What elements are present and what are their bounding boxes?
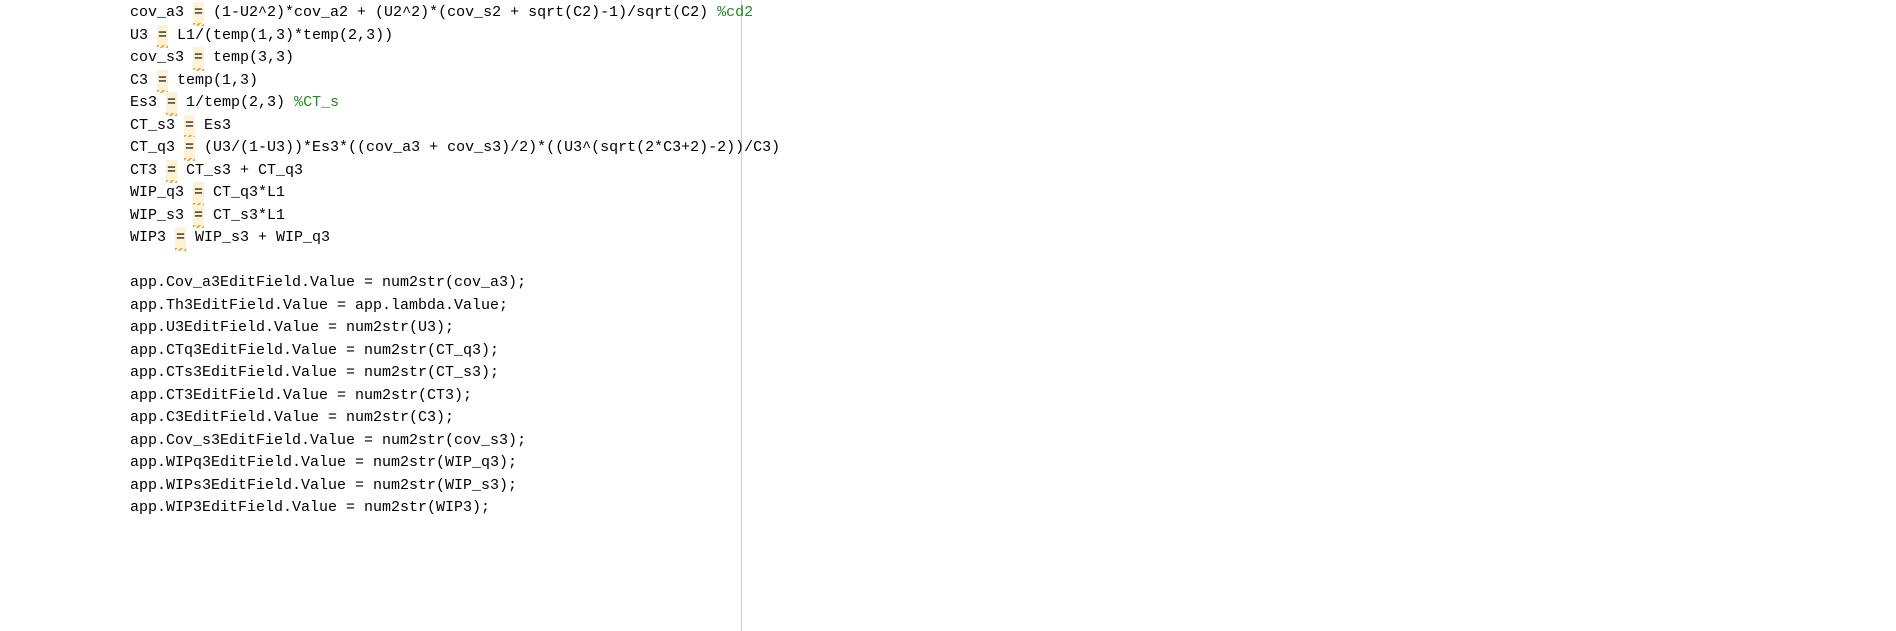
code-line[interactable]: app.Cov_a3EditField.Value = num2str(cov_… [130, 272, 1896, 295]
code-comment: %CT_s [294, 94, 339, 111]
code-warning-token: = [166, 92, 177, 115]
code-token: app.CTs3EditField.Value = num2str(CT_s3)… [130, 364, 499, 381]
code-token: CT3 [130, 162, 166, 179]
code-line[interactable]: app.WIPq3EditField.Value = num2str(WIP_q… [130, 452, 1896, 475]
code-warning-token: = [157, 70, 168, 93]
code-token: temp(3,3) [204, 49, 294, 66]
code-line[interactable]: app.CTq3EditField.Value = num2str(CT_q3)… [130, 340, 1896, 363]
code-line[interactable]: WIP3 = WIP_s3 + WIP_q3 [130, 227, 1896, 250]
code-warning-token: = [166, 160, 177, 183]
code-token: app.Th3EditField.Value = app.lambda.Valu… [130, 297, 508, 314]
code-line[interactable]: app.WIP3EditField.Value = num2str(WIP3); [130, 497, 1896, 520]
code-token: CT_s3 [130, 117, 184, 134]
code-token: WIP_s3 + WIP_q3 [186, 229, 330, 246]
code-token: Es3 [130, 94, 166, 111]
code-line[interactable]: U3 = L1/(temp(1,3)*temp(2,3)) [130, 25, 1896, 48]
code-token: cov_a3 [130, 4, 193, 21]
code-warning-token: = [193, 47, 204, 70]
code-line[interactable]: WIP_s3 = CT_s3*L1 [130, 205, 1896, 228]
code-line[interactable]: app.CTs3EditField.Value = num2str(CT_s3)… [130, 362, 1896, 385]
code-token: app.C3EditField.Value = num2str(C3); [130, 409, 454, 426]
code-token: app.Cov_s3EditField.Value = num2str(cov_… [130, 432, 526, 449]
code-token: CT_q3*L1 [204, 184, 285, 201]
code-line[interactable]: app.C3EditField.Value = num2str(C3); [130, 407, 1896, 430]
code-token: app.WIPs3EditField.Value = num2str(WIP_s… [130, 477, 517, 494]
code-line[interactable]: app.Cov_s3EditField.Value = num2str(cov_… [130, 430, 1896, 453]
code-token: U3 [130, 27, 157, 44]
code-token: app.CT3EditField.Value = num2str(CT3); [130, 387, 472, 404]
code-line[interactable]: app.WIPs3EditField.Value = num2str(WIP_s… [130, 475, 1896, 498]
code-line[interactable]: Es3 = 1/temp(2,3) %CT_s [130, 92, 1896, 115]
code-line[interactable]: app.U3EditField.Value = num2str(U3); [130, 317, 1896, 340]
code-warning-token: = [184, 137, 195, 160]
code-line[interactable]: app.Th3EditField.Value = app.lambda.Valu… [130, 295, 1896, 318]
code-warning-token: = [193, 182, 204, 205]
code-warning-token: = [193, 205, 204, 228]
code-warning-token: = [157, 25, 168, 48]
code-token: app.U3EditField.Value = num2str(U3); [130, 319, 454, 336]
code-line[interactable]: CT_q3 = (U3/(1-U3))*Es3*((cov_a3 + cov_s… [130, 137, 1896, 160]
code-token: app.WIPq3EditField.Value = num2str(WIP_q… [130, 454, 517, 471]
code-line[interactable]: CT3 = CT_s3 + CT_q3 [130, 160, 1896, 183]
code-token: app.Cov_a3EditField.Value = num2str(cov_… [130, 274, 526, 291]
code-token: app.CTq3EditField.Value = num2str(CT_q3)… [130, 342, 499, 359]
code-token: (1-U2^2)*cov_a2 + (U2^2)*(cov_s2 + sqrt(… [204, 4, 717, 21]
code-line[interactable] [130, 250, 1896, 273]
code-token: CT_q3 [130, 139, 184, 156]
code-token: CT_s3*L1 [204, 207, 285, 224]
code-token: CT_s3 + CT_q3 [177, 162, 303, 179]
code-token: WIP3 [130, 229, 175, 246]
code-token: 1/temp(2,3) [177, 94, 294, 111]
code-line[interactable]: CT_s3 = Es3 [130, 115, 1896, 138]
code-line[interactable]: cov_a3 = (1-U2^2)*cov_a2 + (U2^2)*(cov_s… [130, 2, 1896, 25]
code-warning-token: = [175, 227, 186, 250]
code-token: WIP_s3 [130, 207, 193, 224]
code-token: C3 [130, 72, 157, 89]
code-comment: %cd2 [717, 4, 753, 21]
code-token: L1/(temp(1,3)*temp(2,3)) [168, 27, 393, 44]
code-token: WIP_q3 [130, 184, 193, 201]
code-token: Es3 [195, 117, 231, 134]
code-line[interactable]: app.CT3EditField.Value = num2str(CT3); [130, 385, 1896, 408]
code-line[interactable]: C3 = temp(1,3) [130, 70, 1896, 93]
code-warning-token: = [193, 2, 204, 25]
code-editor[interactable]: cov_a3 = (1-U2^2)*cov_a2 + (U2^2)*(cov_s… [0, 0, 1896, 520]
code-token: temp(1,3) [168, 72, 258, 89]
code-token: cov_s3 [130, 49, 193, 66]
code-line[interactable]: WIP_q3 = CT_q3*L1 [130, 182, 1896, 205]
code-token: app.WIP3EditField.Value = num2str(WIP3); [130, 499, 490, 516]
code-warning-token: = [184, 115, 195, 138]
code-token: (U3/(1-U3))*Es3*((cov_a3 + cov_s3)/2)*((… [195, 139, 780, 156]
code-line[interactable]: cov_s3 = temp(3,3) [130, 47, 1896, 70]
